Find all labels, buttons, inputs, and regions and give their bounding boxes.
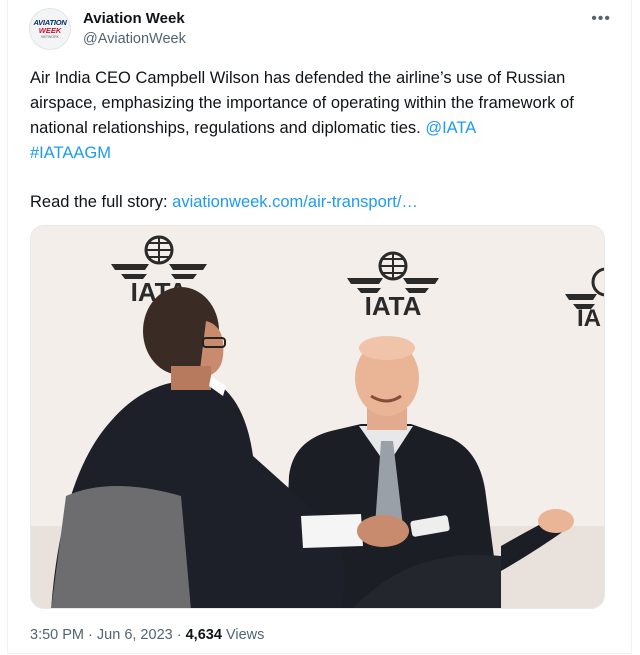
tweet-time[interactable]: 3:50 PM [30,627,84,643]
views-label: Views [225,627,265,643]
views-count: 4,634 [185,627,222,643]
tweet-header: AVIATION WEEK NETWORK Aviation Week @Avi… [29,8,611,50]
avatar[interactable]: AVIATION WEEK NETWORK [29,8,71,50]
display-name[interactable]: Aviation Week [83,9,186,28]
tweet-meta: 3:50 PM · Jun 6, 2023 · 4,634 Views [30,625,264,645]
hashtag-link[interactable]: #IATAAGM [30,144,111,162]
avatar-logo-line2: WEEK [38,25,62,35]
tweet-text: Air India CEO Campbell Wilson has defend… [30,66,620,166]
user-handle[interactable]: @AviationWeek [83,30,186,49]
story-prefix: Read the full story: [30,193,173,211]
more-horizontal-icon[interactable]: ••• [591,10,611,28]
tweet-card: AVIATION WEEK NETWORK Aviation Week @Avi… [7,0,632,654]
photo-illustration: IATA IATA IA [31,226,604,608]
tweet-date[interactable]: Jun 6, 2023 [97,627,173,643]
meta-separator: · [88,627,93,643]
tweet-body: Air India CEO Campbell Wilson has defend… [30,69,574,137]
story-link[interactable]: aviationweek.com/air-transport/… [172,193,418,211]
iata-text-right: IA [577,305,601,332]
read-story-line: Read the full story: aviationweek.com/ai… [30,190,418,215]
tweet-media-photo[interactable]: IATA IATA IA [30,225,605,609]
author-names: Aviation Week @AviationWeek [83,9,186,49]
iata-text-center: IATA [365,291,422,321]
meta-separator-2: · [176,627,182,643]
mention-link[interactable]: @IATA [425,119,476,137]
avatar-logo-line3: NETWORK [41,34,59,39]
